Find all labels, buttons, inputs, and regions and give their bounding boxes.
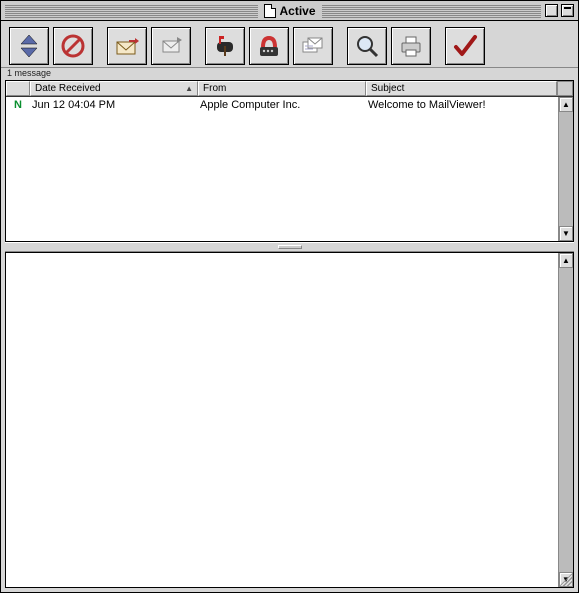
checkmark-icon	[451, 32, 479, 60]
row-date-cell: Jun 12 04:04 PM	[30, 99, 198, 111]
scroll-track[interactable]	[559, 112, 573, 226]
compose-letters-icon	[299, 32, 327, 60]
titlebar[interactable]: Active	[1, 1, 578, 21]
message-rows: N Jun 12 04:04 PM Apple Computer Inc. We…	[6, 97, 573, 241]
reply-envelope-icon	[113, 32, 141, 60]
reply-button[interactable]	[107, 27, 147, 65]
mailbox-button[interactable]	[205, 27, 245, 65]
message-count: 1 message	[7, 68, 51, 78]
scroll-up-icon[interactable]: ▲	[559, 253, 573, 268]
sort-button[interactable]	[9, 27, 49, 65]
splitter-grip-icon	[278, 245, 302, 249]
message-list: Date Received ▲ From Subject N Jun 12 04…	[5, 80, 574, 242]
list-scrollbar[interactable]: ▲ ▼	[558, 97, 573, 241]
compose-button[interactable]	[293, 27, 333, 65]
mark-button[interactable]	[445, 27, 485, 65]
status-bar: 1 message	[1, 68, 578, 80]
preview-scrollbar[interactable]: ▲ ▼	[558, 253, 573, 587]
mailbox-icon	[211, 32, 239, 60]
mail-window: Active	[0, 0, 579, 593]
preview-pane: ▲ ▼	[5, 252, 574, 588]
header-from-label: From	[203, 83, 226, 94]
search-button[interactable]	[347, 27, 387, 65]
print-button[interactable]	[391, 27, 431, 65]
splitter[interactable]	[5, 242, 574, 252]
header-subject[interactable]: Subject	[366, 81, 557, 96]
document-icon	[263, 4, 275, 18]
scroll-up-icon[interactable]: ▲	[559, 97, 573, 112]
unread-indicator-icon: N	[14, 99, 22, 111]
phone-rolodex-icon	[255, 32, 283, 60]
message-row[interactable]: N Jun 12 04:04 PM Apple Computer Inc. We…	[6, 97, 573, 113]
titlebar-title-group: Active	[257, 1, 321, 20]
titlebar-controls	[545, 4, 578, 17]
header-date-received[interactable]: Date Received ▲	[30, 81, 198, 96]
no-symbol-icon	[59, 32, 87, 60]
forward-envelope-icon	[157, 32, 185, 60]
header-subject-label: Subject	[371, 83, 404, 94]
header-status[interactable]	[6, 81, 30, 96]
row-from-cell: Apple Computer Inc.	[198, 99, 366, 111]
sort-ascending-icon: ▲	[185, 84, 193, 93]
zoom-button[interactable]	[545, 4, 558, 17]
printer-icon	[397, 32, 425, 60]
column-headers: Date Received ▲ From Subject	[6, 81, 573, 97]
header-scroll-spacer	[557, 81, 573, 96]
magnifier-icon	[353, 32, 381, 60]
junk-button[interactable]	[53, 27, 93, 65]
sort-icon	[15, 32, 43, 60]
scroll-track[interactable]	[559, 268, 573, 572]
window-title: Active	[279, 4, 315, 18]
scroll-down-icon[interactable]: ▼	[559, 226, 573, 241]
row-status-cell: N	[6, 99, 30, 111]
addressbook-button[interactable]	[249, 27, 289, 65]
resize-grip[interactable]	[558, 572, 573, 587]
titlebar-stripes	[5, 4, 269, 18]
toolbar	[1, 21, 578, 68]
collapse-button[interactable]	[561, 4, 574, 17]
header-date-label: Date Received	[35, 83, 101, 94]
header-from[interactable]: From	[198, 81, 366, 96]
forward-button[interactable]	[151, 27, 191, 65]
row-subject-cell: Welcome to MailViewer!	[366, 99, 573, 111]
